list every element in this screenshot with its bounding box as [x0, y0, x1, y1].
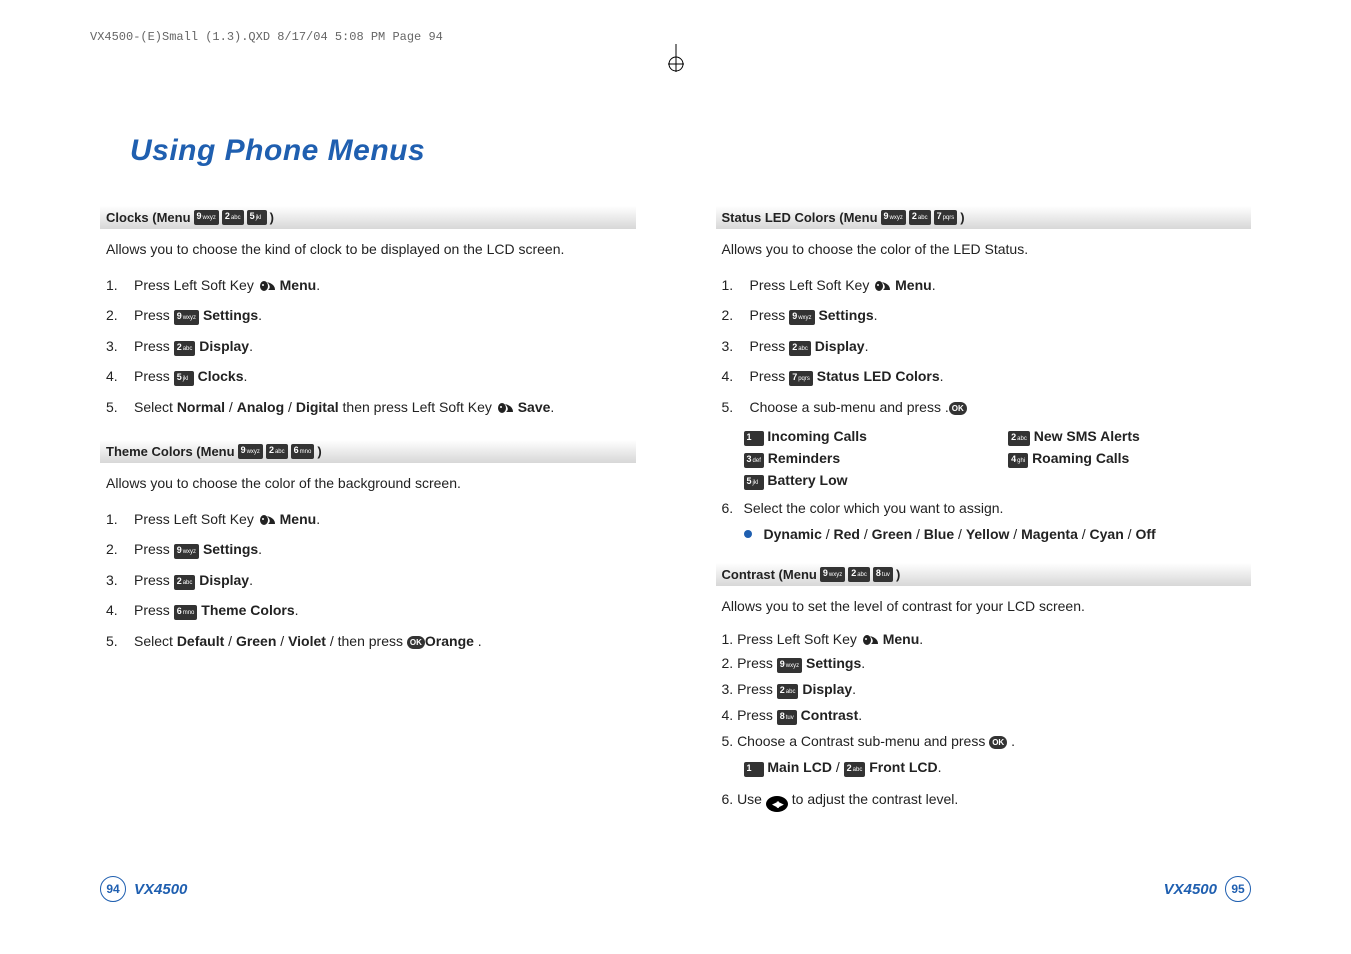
submenu-item: 1 Incoming Calls	[744, 428, 979, 446]
keycap-2: 2abc	[222, 210, 244, 225]
keycap-2: 2abc	[848, 567, 870, 582]
keycap-2: 2abc	[266, 444, 288, 459]
step-item: Press 2abc Display.	[106, 331, 606, 361]
step-item: Select Normal / Analog / Digital then pr…	[106, 392, 606, 422]
keycap-2: 2abc	[909, 210, 931, 225]
step-item: Press 2abc Display.	[106, 565, 606, 595]
submenu-line: 1 Main LCD / 2abc Front LCD.	[744, 759, 1252, 777]
keycap-5: 5jkl	[744, 475, 764, 490]
section-intro: Allows you to choose the color of the LE…	[722, 239, 1212, 260]
step-item: Press 7pqrs Status LED Colors.	[722, 361, 1222, 391]
left-soft-key-icon	[861, 633, 879, 647]
keycap-6: 6mno	[291, 444, 315, 459]
step-item: 5. Choose a Contrast sub-menu and press …	[716, 729, 1252, 753]
step-item: Choose a sub-menu and press .OK	[722, 392, 1222, 422]
left-soft-key-icon	[258, 279, 276, 293]
keycap-9: 9wxyz	[194, 210, 219, 225]
keycap-9: 9wxyz	[174, 310, 199, 325]
keycap-2: 2abc	[1008, 431, 1030, 446]
step-list: Press Left Soft Key Menu.Press 9wxyz Set…	[100, 270, 636, 422]
keycap-8: 8tuv	[777, 710, 797, 725]
keycap-8: 8tuv	[873, 567, 893, 582]
section-heading: Contrast (Menu 9wxyz 2abc 8tuv )	[716, 563, 1252, 586]
section-heading: Theme Colors (Menu 9wxyz 2abc 6mno )	[100, 440, 636, 463]
step-item: Press Left Soft Key Menu.	[106, 504, 606, 534]
ok-key-icon: OK	[407, 636, 425, 649]
page-number-left: 94 VX4500	[100, 876, 187, 902]
step-item: 4. Press 8tuv Contrast.	[716, 703, 1252, 729]
step-item: 3. Press 2abc Display.	[716, 677, 1252, 703]
section-heading: Status LED Colors (Menu 9wxyz 2abc 7pqrs…	[716, 206, 1252, 229]
running-head: VX4500-(E)Small (1.3).QXD 8/17/04 5:08 P…	[0, 0, 1351, 44]
step-item: Press Left Soft Key Menu.	[722, 270, 1222, 300]
crop-mark-top	[0, 44, 1351, 79]
keycap-9: 9wxyz	[820, 567, 845, 582]
keycap-5: 5jkl	[247, 210, 267, 225]
submenu-item: 3def Reminders	[744, 450, 979, 468]
submenu-grid: 1 Incoming Calls 2abc New SMS Alerts 3def …	[744, 428, 1252, 490]
step-item: 6. Use ◀▶ to adjust the contrast level.	[716, 783, 1252, 817]
section-intro: Allows you to choose the color of the ba…	[106, 473, 596, 494]
step-item: Press 5jkl Clocks.	[106, 361, 606, 391]
left-soft-key-icon	[258, 513, 276, 527]
keycap-9: 9wxyz	[238, 444, 263, 459]
step-item: Press Left Soft Key Menu.	[106, 270, 606, 300]
step-item: Select Default / Green / Violet / then p…	[106, 626, 606, 656]
step-item: Press 6mno Theme Colors.	[106, 595, 606, 625]
keycap-6: 6mno	[174, 605, 198, 620]
step-item: 6.Select the color which you want to ass…	[716, 496, 1252, 520]
left-soft-key-icon	[873, 279, 891, 293]
page-number-right: VX4500 95	[1164, 876, 1251, 902]
keycap-9: 9wxyz	[777, 658, 802, 673]
submenu-item: 5jkl Battery Low	[744, 472, 979, 490]
left-page: Clocks (Menu 9wxyz 2abc 5jkl ) Allows you…	[100, 188, 636, 816]
keycap-2: 2abc	[174, 341, 196, 356]
keycap-2: 2abc	[844, 762, 866, 777]
ok-key-icon: OK	[949, 402, 967, 415]
bullet-options: Dynamic / Red / Green / Blue / Yellow / …	[744, 524, 1252, 545]
two-page-spread: Clocks (Menu 9wxyz 2abc 5jkl ) Allows you…	[0, 188, 1351, 816]
step-list: Press Left Soft Key Menu.Press 9wxyz Set…	[100, 504, 636, 656]
keycap-1: 1	[744, 431, 764, 446]
submenu-item: 4ghi Roaming Calls	[1008, 450, 1251, 468]
step-item: 1. Press Left Soft Key Menu.	[716, 627, 1252, 651]
section-intro: Allows you to choose the kind of clock t…	[106, 239, 596, 260]
keycap-7: 7pqrs	[789, 371, 813, 386]
keycap-4: 4ghi	[1008, 453, 1028, 468]
ok-key-icon: OK	[989, 736, 1007, 749]
keycap-9: 9wxyz	[174, 544, 199, 559]
page-title: Using Phone Menus	[130, 134, 1351, 168]
keycap-9: 9wxyz	[789, 310, 814, 325]
submenu-item: 2abc New SMS Alerts	[1008, 428, 1251, 446]
keycap-2: 2abc	[789, 341, 811, 356]
keycap-1: 1	[744, 762, 764, 777]
step-item: Press 9wxyz Settings.	[106, 300, 606, 330]
keycap-3: 3def	[744, 453, 764, 468]
step-item: Press 9wxyz Settings.	[106, 534, 606, 564]
left-soft-key-icon	[496, 401, 514, 415]
keycap-7: 7pqrs	[934, 210, 958, 225]
step-item: Press 9wxyz Settings.	[722, 300, 1222, 330]
page-footer: 94 VX4500 VX4500 95	[0, 816, 1351, 932]
keycap-2: 2abc	[777, 684, 799, 699]
keycap-5: 5jkl	[174, 371, 194, 386]
right-page: Status LED Colors (Menu 9wxyz 2abc 7pqrs…	[716, 188, 1252, 816]
section-intro: Allows you to set the level of contrast …	[722, 596, 1212, 617]
keycap-9: 9wxyz	[881, 210, 906, 225]
step-item: Press 2abc Display.	[722, 331, 1222, 361]
step-list: Press Left Soft Key Menu.Press 9wxyz Set…	[716, 270, 1252, 422]
keycap-2: 2abc	[174, 575, 196, 590]
step-item: 2. Press 9wxyz Settings.	[716, 651, 1252, 677]
nav-key-icon: ◀▶	[766, 796, 788, 812]
section-heading: Clocks (Menu 9wxyz 2abc 5jkl )	[100, 206, 636, 229]
